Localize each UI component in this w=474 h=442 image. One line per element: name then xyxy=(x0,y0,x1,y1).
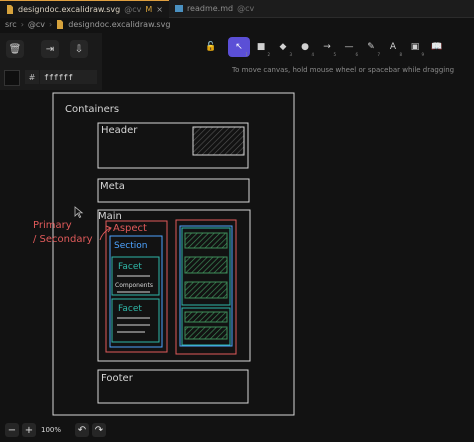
delete-button[interactable]: 🗑 xyxy=(6,40,24,58)
file-markdown-icon xyxy=(174,5,183,12)
unlock-icon: 🔓 xyxy=(205,42,217,52)
shortcut-number: 3 xyxy=(289,52,292,57)
facet-label: Facet xyxy=(118,304,142,314)
text-tool[interactable]: A8 xyxy=(382,37,404,57)
pencil-icon: ✎ xyxy=(367,42,375,52)
shortcut-number: 2 xyxy=(267,52,270,57)
diamond-icon: ◆ xyxy=(279,42,287,52)
color-swatch[interactable] xyxy=(4,70,20,86)
arrow-tool[interactable]: → 5 xyxy=(316,37,338,57)
tab-subtitle: @cv xyxy=(237,4,255,13)
drawing-canvas[interactable]: Containers Header Meta Main Footer Aspec… xyxy=(0,90,474,420)
footer-label: Footer xyxy=(101,373,134,384)
image-icon: ▣ xyxy=(410,42,420,52)
ellipse-tool[interactable]: ● 4 xyxy=(294,37,316,57)
tab-title: readme.md xyxy=(186,4,234,13)
breadcrumb-item[interactable]: designdoc.excalidraw.svg xyxy=(68,20,170,29)
redo-icon: ↷ xyxy=(94,424,104,436)
breadcrumb-item[interactable]: src xyxy=(5,20,17,29)
chevron-right-icon: › xyxy=(20,20,24,29)
properties-panel: 🗑 ⇥ ⇩ # xyxy=(0,33,102,90)
shortcut-number: 9 xyxy=(421,52,424,57)
mouse-cursor-icon xyxy=(74,206,84,219)
close-icon[interactable]: × xyxy=(156,5,163,14)
draw-tool[interactable]: ✎ 7 xyxy=(360,37,382,57)
line-tool[interactable]: —6 xyxy=(338,37,360,57)
chevron-right-icon: › xyxy=(49,20,53,29)
library-button[interactable]: 📖 xyxy=(426,37,448,57)
tab-bar: designdoc.excalidraw.svg @cv M × readme.… xyxy=(0,0,474,18)
shortcut-number: 1 xyxy=(245,52,248,57)
containers-box[interactable] xyxy=(52,92,295,416)
header-placeholder-image[interactable] xyxy=(192,126,245,156)
rectangle-tool[interactable]: ■ 2 xyxy=(250,37,272,57)
annotation-secondary: / Secondary xyxy=(33,234,93,245)
file-svg-icon xyxy=(7,4,13,14)
export-button[interactable]: ⇥ xyxy=(41,40,59,58)
placeholder-image[interactable] xyxy=(184,326,228,340)
breadcrumb: src › @cv › designdoc.excalidraw.svg xyxy=(0,17,474,32)
zoom-out-button[interactable]: − xyxy=(5,423,19,437)
section-label: Section xyxy=(114,241,147,251)
tab-modified-badge: M xyxy=(145,4,153,14)
tab-readme[interactable]: readme.md @cv xyxy=(169,0,260,17)
hash-label: # xyxy=(25,70,39,84)
selection-tool[interactable]: ↖ 1 xyxy=(228,37,250,57)
annotation-arrow[interactable] xyxy=(99,227,111,241)
shortcut-number: 4 xyxy=(311,52,314,57)
shortcut-number: 8 xyxy=(399,52,402,57)
cursor-icon: ↖ xyxy=(235,42,243,52)
arrow-right-icon: → xyxy=(323,42,331,52)
zoom-in-button[interactable]: + xyxy=(22,423,36,437)
placeholder-image[interactable] xyxy=(184,256,228,274)
shortcut-number: 7 xyxy=(377,52,380,57)
breadcrumb-item[interactable]: @cv xyxy=(28,20,45,29)
containers-label: Containers xyxy=(65,104,119,115)
text-icon: A xyxy=(389,42,397,52)
shortcut-number: 6 xyxy=(355,52,358,57)
file-svg-icon xyxy=(57,20,64,29)
book-icon: 📖 xyxy=(431,42,443,52)
image-tool[interactable]: ▣ 9 xyxy=(404,37,426,57)
facet-group-bottom xyxy=(181,307,231,346)
canvas-hint: To move canvas, hold mouse wheel or spac… xyxy=(232,66,455,74)
square-icon: ■ xyxy=(256,42,266,52)
tools-toolbar: 🔓 ↖ 1 ■ 2 ◆ 3 ● 4 → 5 —6 ✎ 7 A8 ▣ 9 📖 xyxy=(200,37,448,57)
placeholder-image[interactable] xyxy=(184,311,228,323)
main-label: Main xyxy=(98,211,122,222)
diamond-tool[interactable]: ◆ 3 xyxy=(272,37,294,57)
undo-button[interactable]: ↶ xyxy=(75,423,89,437)
redo-button[interactable]: ↷ xyxy=(92,423,106,437)
export-icon: ⇥ xyxy=(45,43,55,55)
facet-group-top xyxy=(181,227,231,306)
placeholder-image[interactable] xyxy=(184,232,228,249)
shortcut-number: 5 xyxy=(333,52,336,57)
trash-icon: 🗑 xyxy=(8,43,22,55)
save-as-button[interactable]: ⇩ xyxy=(70,40,88,58)
annotation-primary: Primary xyxy=(33,220,72,231)
meta-label: Meta xyxy=(100,181,125,192)
lock-tool[interactable]: 🔓 xyxy=(200,37,222,57)
line-icon: — xyxy=(344,42,354,52)
zoom-level[interactable]: 100% xyxy=(39,426,63,434)
tab-subtitle: @cv xyxy=(124,4,142,14)
components-label: Components xyxy=(115,282,153,289)
file-download-icon: ⇩ xyxy=(74,43,84,55)
zoom-controls: − + 100% ↶ ↷ xyxy=(0,420,474,440)
header-label: Header xyxy=(101,125,138,136)
tab-title: designdoc.excalidraw.svg xyxy=(18,4,121,14)
color-hex-input[interactable] xyxy=(40,70,97,84)
placeholder-image[interactable] xyxy=(184,281,228,299)
circle-icon: ● xyxy=(301,42,309,52)
facet-label: Facet xyxy=(118,262,142,272)
aspect-label: Aspect xyxy=(113,223,147,234)
undo-icon: ↶ xyxy=(77,424,87,436)
tab-designdoc[interactable]: designdoc.excalidraw.svg @cv M × xyxy=(0,0,169,18)
